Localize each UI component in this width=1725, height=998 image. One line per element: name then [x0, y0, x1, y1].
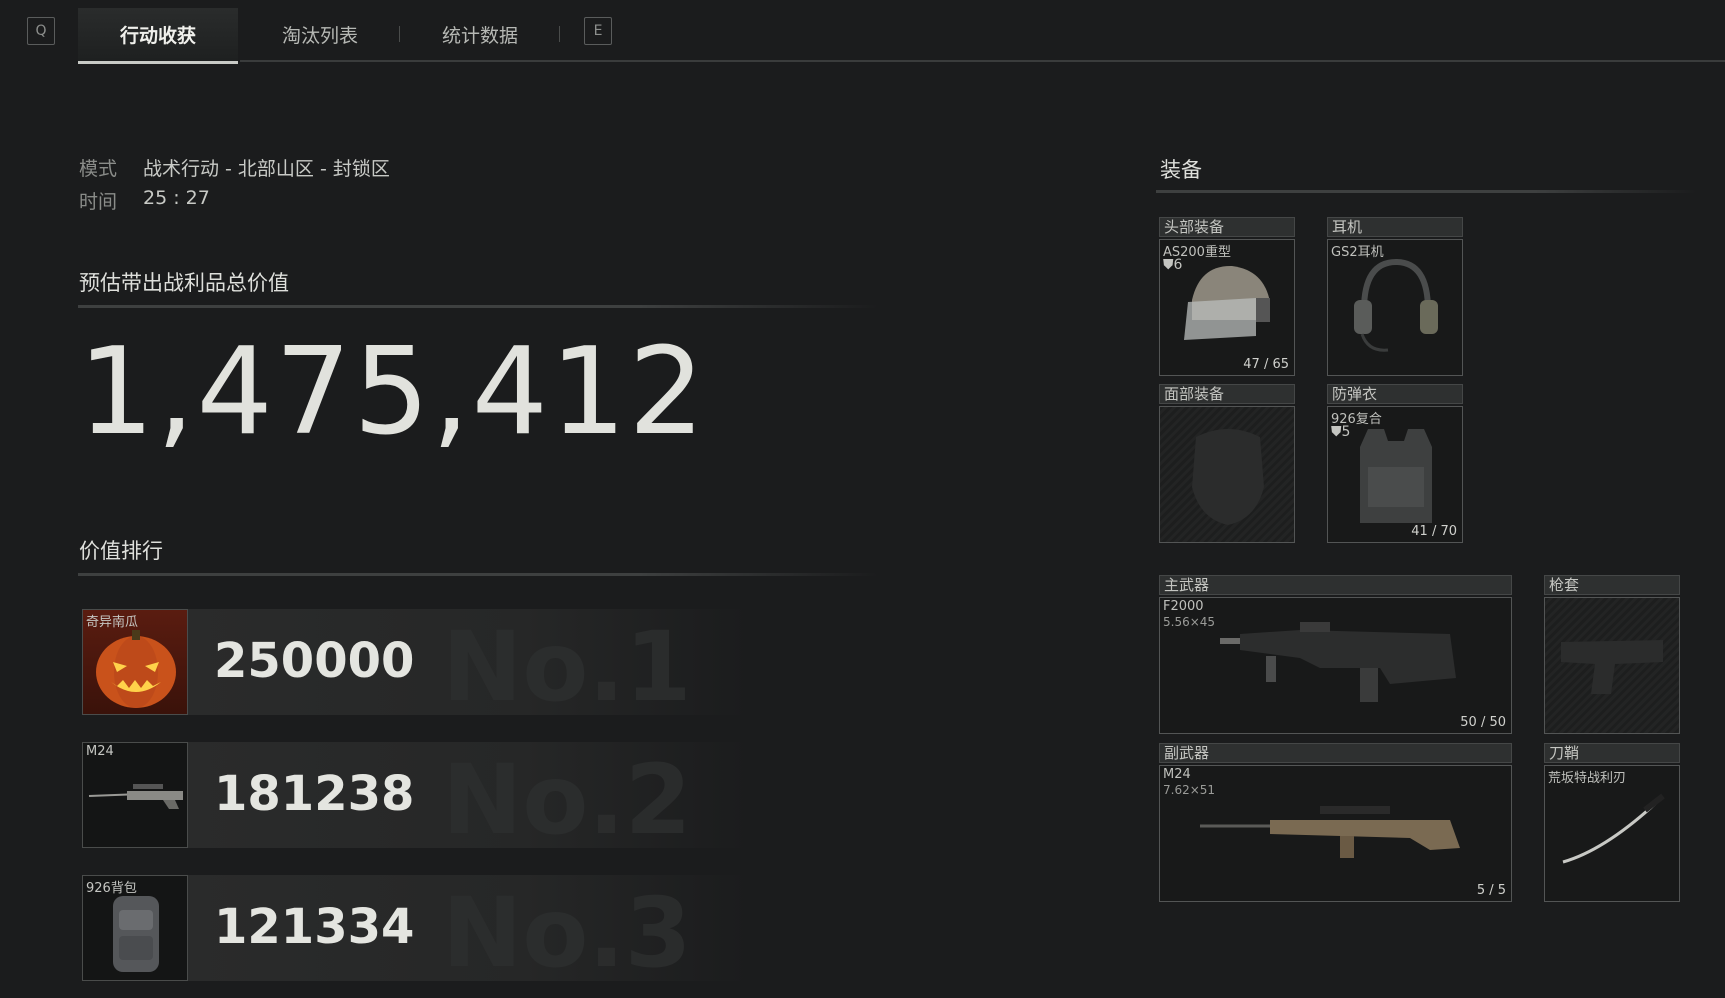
durability: 47 / 65: [1243, 357, 1289, 372]
sheath-slot[interactable]: 刀鞘 荒坂特战利刃: [1544, 743, 1680, 902]
body-armor-slot[interactable]: 防弹衣 926复合 ⛊5 41 / 70: [1327, 384, 1463, 543]
item-thumbnail[interactable]: M24: [82, 742, 188, 848]
mask-placeholder-icon: [1192, 429, 1264, 525]
item-thumbnail[interactable]: 926背包: [82, 875, 188, 981]
item-value: 181238: [214, 766, 415, 822]
slot-content[interactable]: AS200重型 ⛊6 47 / 65: [1159, 239, 1295, 376]
face-gear-slot[interactable]: 面部装备: [1159, 384, 1295, 543]
tab-divider: [399, 26, 400, 42]
caliber: 5.56×45: [1163, 615, 1216, 629]
item-name: M24: [86, 744, 114, 759]
slot-content[interactable]: M24 7.62×51 5 / 5: [1159, 765, 1512, 902]
rank-watermark: No.2: [442, 744, 692, 856]
headset-slot[interactable]: 耳机 GS2耳机: [1327, 217, 1463, 376]
primary-weapon-slot[interactable]: 主武器 F2000 5.56×45 50 / 50: [1159, 575, 1512, 734]
tab-action-harvest[interactable]: 行动收获: [78, 8, 238, 64]
headset-icon: [1354, 258, 1438, 352]
tab-elimination-list[interactable]: 淘汰列表: [250, 8, 390, 61]
ranking-row-3[interactable]: No.3 926背包 121334: [82, 875, 882, 989]
slot-content[interactable]: 荒坂特战利刃: [1544, 765, 1680, 902]
item-value: 121334: [214, 899, 415, 955]
q-key-hint[interactable]: Q: [27, 17, 55, 45]
slot-label: 头部装备: [1159, 217, 1295, 237]
head-gear-slot[interactable]: 头部装备 AS200重型 ⛊6 47 / 65: [1159, 217, 1295, 376]
slot-content[interactable]: GS2耳机: [1327, 239, 1463, 376]
armor-level: ⛊6: [1163, 257, 1183, 273]
slot-content[interactable]: F2000 5.56×45 50 / 50: [1159, 597, 1512, 734]
loot-total-value: 1,475,412: [78, 323, 707, 462]
slot-content[interactable]: 926复合 ⛊5 41 / 70: [1327, 406, 1463, 543]
tab-divider: [559, 26, 560, 42]
slot-label: 面部装备: [1159, 384, 1295, 404]
ammo-count: 5 / 5: [1476, 883, 1506, 898]
ammo-count: 50 / 50: [1460, 715, 1506, 730]
shield-icon: ⛊: [1163, 257, 1174, 273]
shield-icon: ⛊: [1331, 424, 1342, 440]
item-name: 奇异南瓜: [86, 615, 139, 630]
ranking-row-2[interactable]: No.2 M24 181238: [82, 742, 882, 856]
section-divider: [1156, 190, 1696, 193]
item-name: 926背包: [86, 881, 137, 896]
slot-label: 副武器: [1159, 743, 1512, 763]
e-key-hint[interactable]: E: [584, 17, 612, 45]
mode-value: 战术行动 - 北部山区 - 封锁区: [143, 158, 390, 180]
item-name: M24: [1163, 767, 1191, 782]
item-value: 250000: [214, 633, 415, 689]
tab-statistics[interactable]: 统计数据: [410, 8, 550, 61]
rank-watermark: No.1: [442, 611, 692, 723]
item-name: F2000: [1163, 599, 1204, 614]
slot-label: 枪套: [1544, 575, 1680, 595]
blade-icon: [1562, 793, 1665, 864]
armor-level: ⛊5: [1331, 424, 1351, 440]
loot-total-title: 预估带出战利品总价值: [79, 271, 289, 295]
top-divider: [240, 60, 1725, 62]
caliber: 7.62×51: [1163, 783, 1216, 797]
time-label: 时间: [79, 191, 118, 213]
time-value: 25 : 27: [143, 187, 210, 209]
slot-label: 耳机: [1327, 217, 1463, 237]
durability: 41 / 70: [1411, 524, 1457, 539]
pistol-placeholder-icon: [1561, 640, 1663, 694]
slot-label: 防弹衣: [1327, 384, 1463, 404]
slot-label: 刀鞘: [1544, 743, 1680, 763]
equipment-title: 装备: [1160, 158, 1202, 182]
value-ranking-title: 价值排行: [79, 539, 163, 563]
section-divider: [78, 305, 878, 308]
rank-watermark: No.3: [442, 877, 692, 989]
slot-content-empty[interactable]: [1159, 406, 1295, 543]
secondary-weapon-slot[interactable]: 副武器 M24 7.62×51 5 / 5: [1159, 743, 1512, 902]
slot-content-empty[interactable]: [1544, 597, 1680, 734]
holster-slot[interactable]: 枪套: [1544, 575, 1680, 734]
mode-label: 模式: [79, 158, 118, 180]
item-thumbnail[interactable]: 奇异南瓜: [82, 609, 188, 715]
item-name: GS2耳机: [1331, 245, 1384, 260]
section-divider: [78, 573, 878, 576]
item-name: 荒坂特战利刃: [1548, 771, 1627, 786]
ranking-row-1[interactable]: No.1 奇异南瓜 250000: [82, 609, 882, 723]
slot-label: 主武器: [1159, 575, 1512, 595]
